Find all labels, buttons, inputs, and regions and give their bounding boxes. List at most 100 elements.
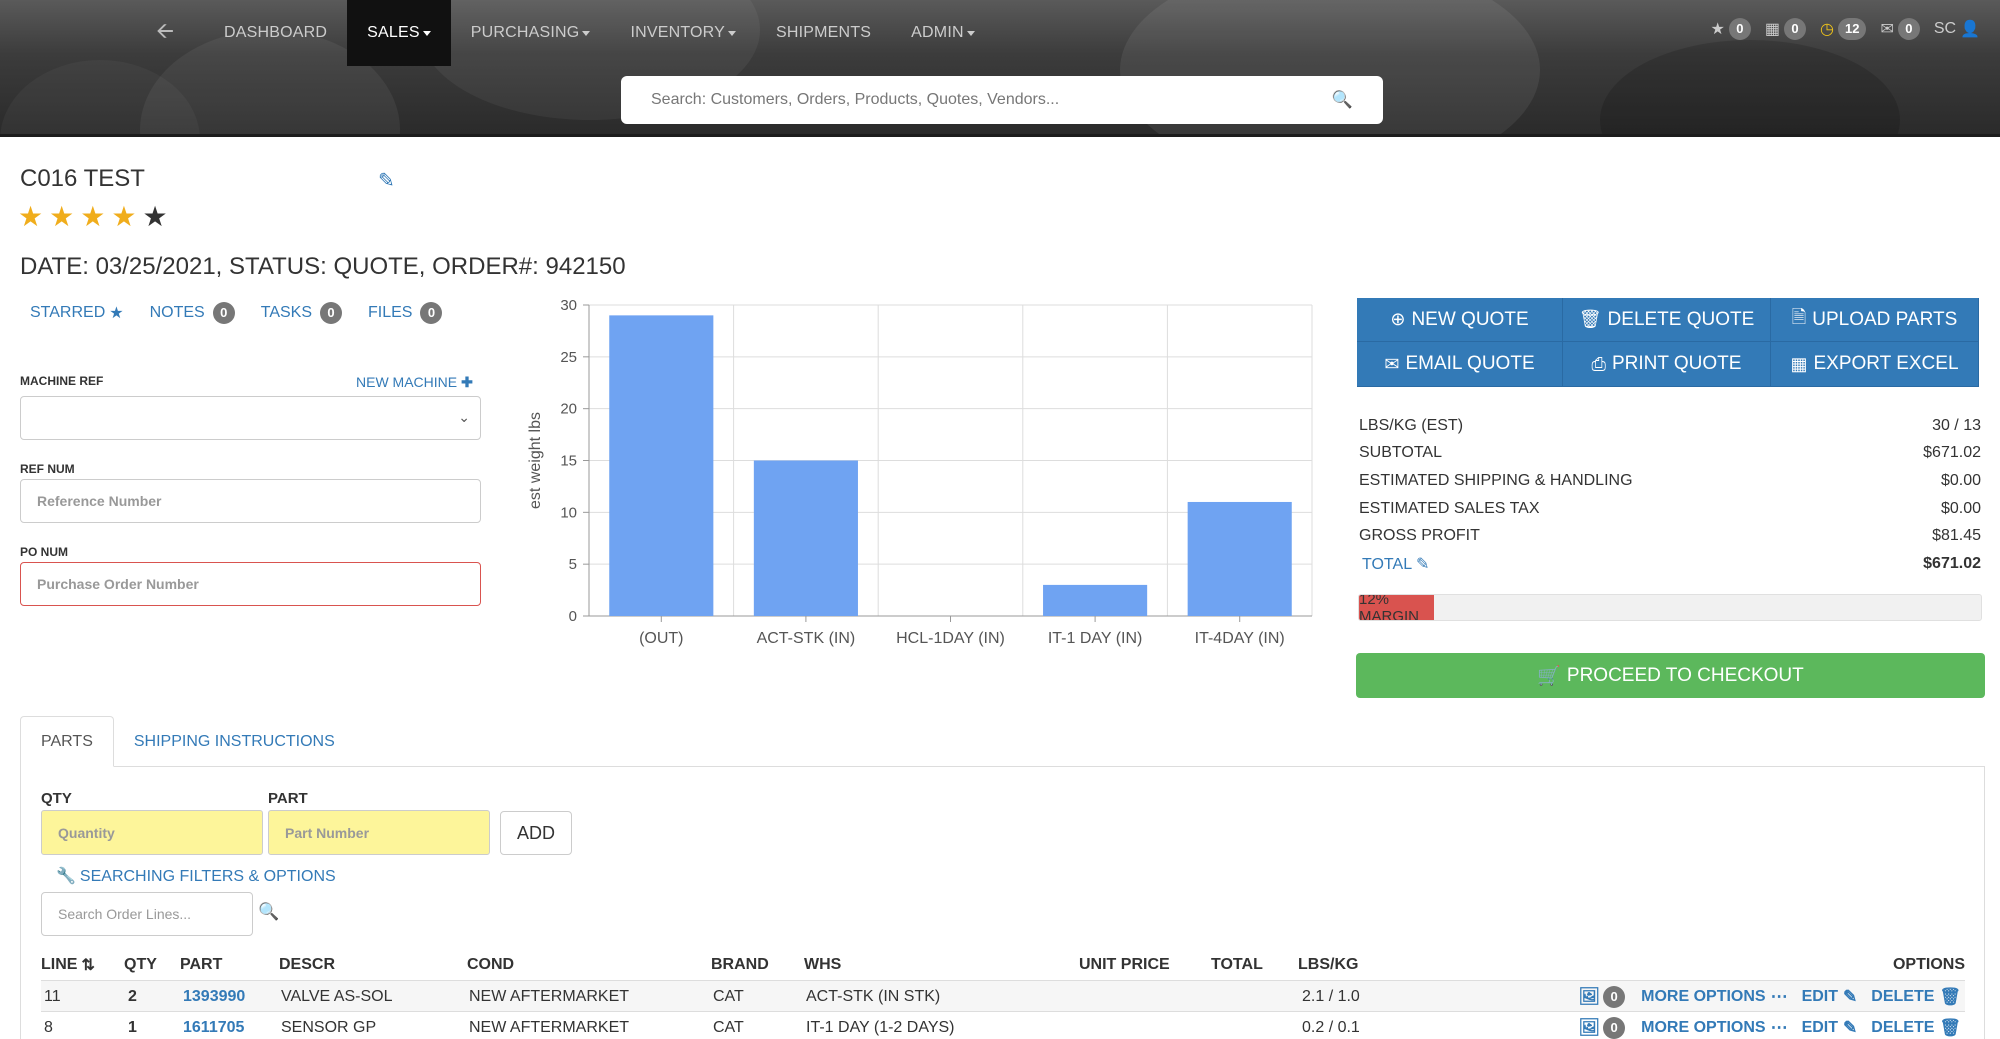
more-options-button[interactable]: MORE OPTIONS ⋯ <box>1641 1018 1787 1038</box>
nav-shipments[interactable]: SHIPMENTS <box>756 0 891 66</box>
delete-label: DELETE <box>1871 1018 1935 1036</box>
nav-label: ADMIN <box>911 24 964 41</box>
y-tick-label: 5 <box>569 556 577 573</box>
more-options-button[interactable]: MORE OPTIONS ⋯ <box>1641 987 1787 1007</box>
email-quote-label: EMAIL QUOTE <box>1405 353 1535 374</box>
nav-admin[interactable]: ADMIN <box>891 0 995 66</box>
col-unit-price: UNIT PRICE <box>1079 956 1170 973</box>
edit-button[interactable]: EDIT ✎ <box>1802 987 1858 1007</box>
page-title: C016 TEST <box>20 165 145 192</box>
new-machine-link[interactable]: NEW MACHINE ✚ <box>356 374 473 391</box>
filters-label: SEARCHING FILTERS & OPTIONS <box>79 868 336 885</box>
nav-label: SHIPMENTS <box>776 24 872 41</box>
table-row: 11 2 1393990 VALVE AS-SOL NEW AFTERMARKE… <box>41 981 1965 1012</box>
nav-inventory[interactable]: INVENTORY <box>610 0 756 66</box>
tab-shipping-instructions[interactable]: SHIPPING INSTRUCTIONS <box>114 716 355 767</box>
machine-ref-select[interactable]: ⌄ <box>20 396 481 440</box>
col-lbs-kg: LBS/KG <box>1298 956 1359 973</box>
y-axis-label: est weight lbs <box>527 412 544 509</box>
add-part-button[interactable]: ADD <box>500 811 572 855</box>
cart-icon: 🛒 <box>1537 665 1561 687</box>
order-lines-search <box>41 892 253 936</box>
cell-part-link[interactable]: 1393990 <box>183 981 245 1012</box>
nav-dashboard[interactable]: DASHBOARD <box>204 0 347 66</box>
cell-descr: SENSOR GP <box>281 1018 377 1036</box>
nav-sales[interactable]: SALES <box>347 0 451 66</box>
quote-links: STARRED ★ NOTES 0 TASKS 0 FILES 0 <box>30 302 468 324</box>
summary-row-shipping: ESTIMATED SHIPPING & HANDLING $0.00 <box>1359 467 1981 495</box>
image-count-badge: 0 <box>1603 1016 1626 1039</box>
print-quote-button[interactable]: ⎙ PRINT QUOTE <box>1563 342 1771 387</box>
search-icon[interactable]: 🔍 <box>1332 90 1353 110</box>
searching-filters-link[interactable]: 🔧 SEARCHING FILTERS & OPTIONS <box>56 866 336 886</box>
margin-label: 12% MARGIN <box>1359 594 1419 621</box>
part-label: PART <box>268 790 308 807</box>
email-quote-button[interactable]: ✉ EMAIL QUOTE <box>1357 342 1563 387</box>
y-tick-label: 30 <box>560 297 577 314</box>
customer-rating: ★ ★ ★ ★ ★ <box>18 202 168 232</box>
star-filled-icon[interactable]: ★ <box>49 202 74 232</box>
sort-icon: ⇅ <box>81 957 95 974</box>
x-tick-label: IT-1 DAY (IN) <box>1048 630 1143 647</box>
tasks-link[interactable]: TASKS 0 <box>261 302 343 324</box>
summary-row-gross-profit: GROSS PROFIT $81.45 <box>1359 522 1981 550</box>
edit-button[interactable]: EDIT ✎ <box>1802 1018 1858 1038</box>
nav-label: DASHBOARD <box>224 24 328 41</box>
files-link[interactable]: FILES 0 <box>368 302 443 324</box>
total-label: TOTAL <box>1362 555 1412 573</box>
starred-menu[interactable]: ★ 0 <box>1711 18 1751 40</box>
summary-value: 30 / 13 <box>1932 416 1981 434</box>
banner-shadow <box>0 134 2000 137</box>
ref-num-input[interactable] <box>21 480 480 522</box>
global-search-input[interactable] <box>651 91 1332 109</box>
col-descr: DESCR <box>279 956 336 973</box>
clock-menu[interactable]: ◷ 12 <box>1820 18 1867 40</box>
quantity-input[interactable] <box>42 811 262 854</box>
tab-parts[interactable]: PARTS <box>20 716 114 767</box>
cell-part-link[interactable]: 1611705 <box>183 1012 244 1039</box>
delete-button[interactable]: DELETE 🗑 <box>1871 1018 1961 1038</box>
star-empty-icon[interactable]: ★ <box>142 202 167 232</box>
new-quote-label: NEW QUOTE <box>1411 308 1529 330</box>
delete-button[interactable]: DELETE 🗑 <box>1871 987 1961 1007</box>
summary-label: GROSS PROFIT <box>1359 527 1480 545</box>
trash-icon: 🗑 <box>1939 986 1961 1006</box>
starred-link[interactable]: STARRED ★ <box>30 303 124 323</box>
delete-quote-button[interactable]: 🗑 DELETE QUOTE <box>1563 298 1771 342</box>
summary-label: ESTIMATED SHIPPING & HANDLING <box>1359 471 1633 489</box>
table-row: 8 1 1611705 SENSOR GP NEW AFTERMARKET CA… <box>41 1012 1965 1039</box>
margin-progress: 12% MARGIN <box>1358 594 1982 621</box>
summary-value: $0.00 <box>1940 499 1981 517</box>
po-num-input[interactable] <box>21 563 480 605</box>
nav-purchasing[interactable]: PURCHASING <box>451 0 611 66</box>
col-line[interactable]: LINE ⇅ <box>41 948 95 982</box>
order-status-line: DATE: 03/25/2021, STATUS: QUOTE, ORDER#:… <box>20 253 626 280</box>
pencil-icon[interactable]: ✎ <box>378 168 395 193</box>
star-filled-icon[interactable]: ★ <box>80 202 105 232</box>
cell-line: 8 <box>44 1018 53 1036</box>
cell-cond: NEW AFTERMARKET <box>469 1018 630 1036</box>
back-arrow-icon[interactable]: 🡨 <box>150 14 180 52</box>
star-filled-icon[interactable]: ★ <box>18 202 43 232</box>
star-filled-icon[interactable]: ★ <box>111 202 136 232</box>
export-excel-button[interactable]: ▦ EXPORT EXCEL <box>1771 342 1979 387</box>
mail-menu[interactable]: ✉ 0 <box>1880 18 1920 40</box>
new-quote-button[interactable]: ⊕ NEW QUOTE <box>1357 298 1563 342</box>
notes-link[interactable]: NOTES 0 <box>150 302 235 324</box>
part-number-input[interactable] <box>269 811 489 854</box>
upload-parts-button[interactable]: 🗎 UPLOAD PARTS <box>1771 298 1979 342</box>
order-lines-search-input[interactable] <box>42 893 252 935</box>
nav-label: PURCHASING <box>470 24 580 41</box>
print-quote-label: PRINT QUOTE <box>1611 353 1742 374</box>
cell-brand: CAT <box>713 987 744 1005</box>
delete-quote-label: DELETE QUOTE <box>1607 308 1755 330</box>
search-icon[interactable]: 🔍 <box>258 902 279 922</box>
image-icon[interactable]: 🖼 <box>1579 987 1601 1007</box>
calendar-menu[interactable]: ▦ 0 <box>1765 18 1806 40</box>
proceed-to-checkout-button[interactable]: 🛒 PROCEED TO CHECKOUT <box>1356 653 1985 698</box>
total-edit-link[interactable]: TOTAL ✎ <box>1359 554 1429 574</box>
image-icon[interactable]: 🖼 <box>1579 1018 1601 1038</box>
trash-icon: 🗑 <box>1939 1017 1961 1037</box>
user-menu[interactable]: SC 👤 <box>1934 19 1984 39</box>
tasks-count-badge: 0 <box>320 302 343 324</box>
